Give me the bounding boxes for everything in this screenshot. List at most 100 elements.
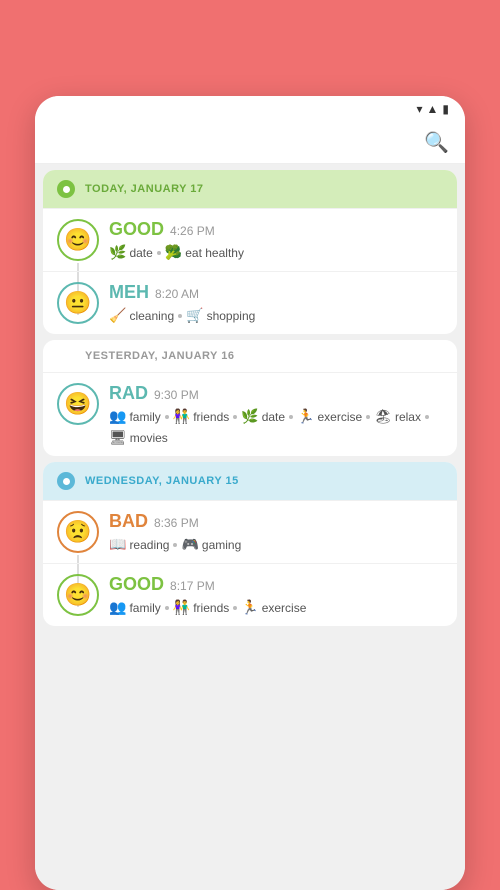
entry-body: GOOD 4:26 PM 🌿date 🥦eat healthy (109, 219, 443, 261)
tag-item-date: 🌿 date (241, 408, 285, 425)
tag-item-family: 👥family (109, 599, 161, 616)
day-header-today: TODAY, JANUARY 17 (43, 170, 457, 208)
entry-tags: 👥family 👫friends 🌿 date 🏃exercise 🏖relax 🖥movi… (109, 408, 443, 446)
nav-bar: 🔍 (35, 122, 465, 164)
header-text (220, 0, 280, 96)
entry-body: GOOD 8:17 PM 👥family 👫friends 🏃 exercise (109, 574, 443, 616)
tag-item-movies: 🖥movies (109, 429, 168, 446)
entry-body: BAD 8:36 PM 📖reading 🎮 gaming (109, 511, 443, 553)
tag-label-friends: friends (193, 601, 229, 615)
mood-label: BAD (109, 511, 148, 531)
tag-icon-friends: 👫 (173, 599, 190, 616)
tag-item-date: 🌿date (109, 244, 153, 261)
entry-time: 4:26 PM (170, 224, 215, 238)
tag-icon-cleaning: 🧹 (109, 307, 126, 324)
entry-yesterday-0[interactable]: 😆 RAD 9:30 PM 👥family 👫friends 🌿 date 🏃exercise… (43, 372, 457, 456)
entry-time: 8:20 AM (155, 287, 199, 301)
tag-label-cleaning: cleaning (129, 309, 174, 323)
mood-icon-good: 😊 (57, 219, 99, 261)
entry-time: 8:17 PM (170, 579, 215, 593)
tag-separator (233, 415, 237, 419)
signal-icon: ▲ (427, 102, 439, 116)
tag-icon-shopping: 🛒 (186, 307, 203, 324)
entry-tags: 📖reading 🎮 gaming (109, 536, 443, 553)
day-section-yesterday: YESTERDAY, JANUARY 16 😆 RAD 9:30 PM 👥family 👫… (43, 340, 457, 456)
tag-icon-family: 👥 (109, 408, 126, 425)
tag-label-gaming: gaming (202, 538, 241, 552)
mood-icon-rad: 😆 (57, 383, 99, 425)
tag-label-family: family (129, 410, 160, 424)
mood-label: RAD (109, 383, 148, 403)
tag-separator (366, 415, 370, 419)
tag-item-family: 👥family (109, 408, 161, 425)
tag-icon-eat healthy: 🥦 (165, 244, 182, 261)
tag-label-date: date (129, 246, 152, 260)
tag-item-exercise: 🏃 exercise (241, 599, 306, 616)
day-dot-today (57, 180, 75, 198)
entry-wednesday-1[interactable]: 😊 GOOD 8:17 PM 👥family 👫friends 🏃 exercise (43, 563, 457, 626)
entry-time: 8:36 PM (154, 516, 199, 530)
tag-separator (178, 314, 182, 318)
wifi-icon: ▾ (416, 102, 422, 116)
day-label-wednesday: WEDNESDAY, JANUARY 15 (85, 475, 239, 487)
entry-tags: 🌿date 🥦eat healthy (109, 244, 443, 261)
tag-separator (425, 415, 429, 419)
tag-item-cleaning: 🧹cleaning (109, 307, 174, 324)
search-icon[interactable]: 🔍 (424, 130, 449, 155)
tag-icon-reading: 📖 (109, 536, 126, 553)
tag-separator (233, 606, 237, 610)
tag-item-relax: 🏖relax (374, 408, 421, 425)
tag-icon-exercise: 🏃 (241, 599, 258, 616)
day-header-yesterday: YESTERDAY, JANUARY 16 (43, 340, 457, 372)
tag-icon-gaming: 🎮 (181, 536, 198, 553)
tag-label-eat healthy: eat healthy (185, 246, 244, 260)
entry-body: MEH 8:20 AM 🧹cleaning 🛒 shopping (109, 282, 443, 324)
day-section-wednesday: WEDNESDAY, JANUARY 15 😟 BAD 8:36 PM 📖reading… (43, 462, 457, 626)
tag-separator (165, 415, 169, 419)
entry-body: RAD 9:30 PM 👥family 👫friends 🌿 date 🏃exercise 🏖… (109, 383, 443, 446)
tag-label-family: family (129, 601, 160, 615)
tag-item-reading: 📖reading (109, 536, 169, 553)
tag-icon-family: 👥 (109, 599, 126, 616)
day-dot-wednesday (57, 472, 75, 490)
tag-item-eat healthy: 🥦eat healthy (165, 244, 244, 261)
status-icons: ▾ ▲ ▮ (416, 102, 449, 116)
tag-separator (157, 251, 161, 255)
tag-item-friends: 👫friends (173, 599, 229, 616)
mood-icon-meh: 😐 (57, 282, 99, 324)
tag-label-exercise: exercise (262, 601, 307, 615)
tag-separator (289, 415, 293, 419)
entry-wednesday-0[interactable]: 😟 BAD 8:36 PM 📖reading 🎮 gaming (43, 500, 457, 563)
tag-label-friends: friends (193, 410, 229, 424)
mood-label: GOOD (109, 219, 164, 239)
entry-time: 9:30 PM (154, 388, 199, 402)
mood-icon-good: 😊 (57, 574, 99, 616)
day-label-today: TODAY, JANUARY 17 (85, 183, 204, 195)
tag-separator (173, 543, 177, 547)
tag-label-reading: reading (129, 538, 169, 552)
phone-container: ▾ ▲ ▮ 🔍 TODAY, JANUARY 17😊GOOD4:26 PM🌿da… (35, 96, 465, 890)
tag-label-shopping: shopping (207, 309, 256, 323)
mood-icon-bad: 😟 (57, 511, 99, 553)
status-bar: ▾ ▲ ▮ (35, 96, 465, 122)
tag-label-date: date (262, 410, 285, 424)
tag-icon-friends: 👫 (173, 408, 190, 425)
tag-icon-movies: 🖥 (109, 429, 127, 446)
tag-icon-date: 🌿 (241, 408, 258, 425)
tag-item-gaming: 🎮 gaming (181, 536, 241, 553)
tag-separator (165, 606, 169, 610)
content-area: TODAY, JANUARY 17😊GOOD4:26 PM🌿date🥦eat h… (35, 164, 465, 890)
tag-label-exercise: exercise (317, 410, 362, 424)
battery-icon: ▮ (442, 102, 449, 116)
day-label-yesterday: YESTERDAY, JANUARY 16 (85, 350, 234, 362)
day-section-today: TODAY, JANUARY 17 😊 GOOD 4:26 PM 🌿date 🥦eat h… (43, 170, 457, 334)
mood-label: GOOD (109, 574, 164, 594)
entry-today-0[interactable]: 😊 GOOD 4:26 PM 🌿date 🥦eat healthy (43, 208, 457, 271)
tag-label-movies: movies (130, 431, 168, 445)
tag-label-relax: relax (395, 410, 421, 424)
entry-today-1[interactable]: 😐 MEH 8:20 AM 🧹cleaning 🛒 shopping (43, 271, 457, 334)
mood-label: MEH (109, 282, 149, 302)
tag-icon-exercise: 🏃 (297, 408, 314, 425)
tag-item-exercise: 🏃exercise (297, 408, 362, 425)
tag-item-shopping: 🛒 shopping (186, 307, 255, 324)
